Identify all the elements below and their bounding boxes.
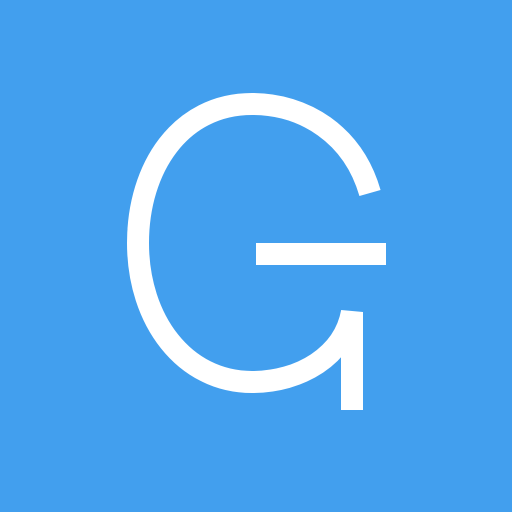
app-icon-background	[0, 0, 512, 512]
logo-letter-g	[126, 92, 386, 410]
letter-g-logo-icon	[126, 92, 386, 410]
